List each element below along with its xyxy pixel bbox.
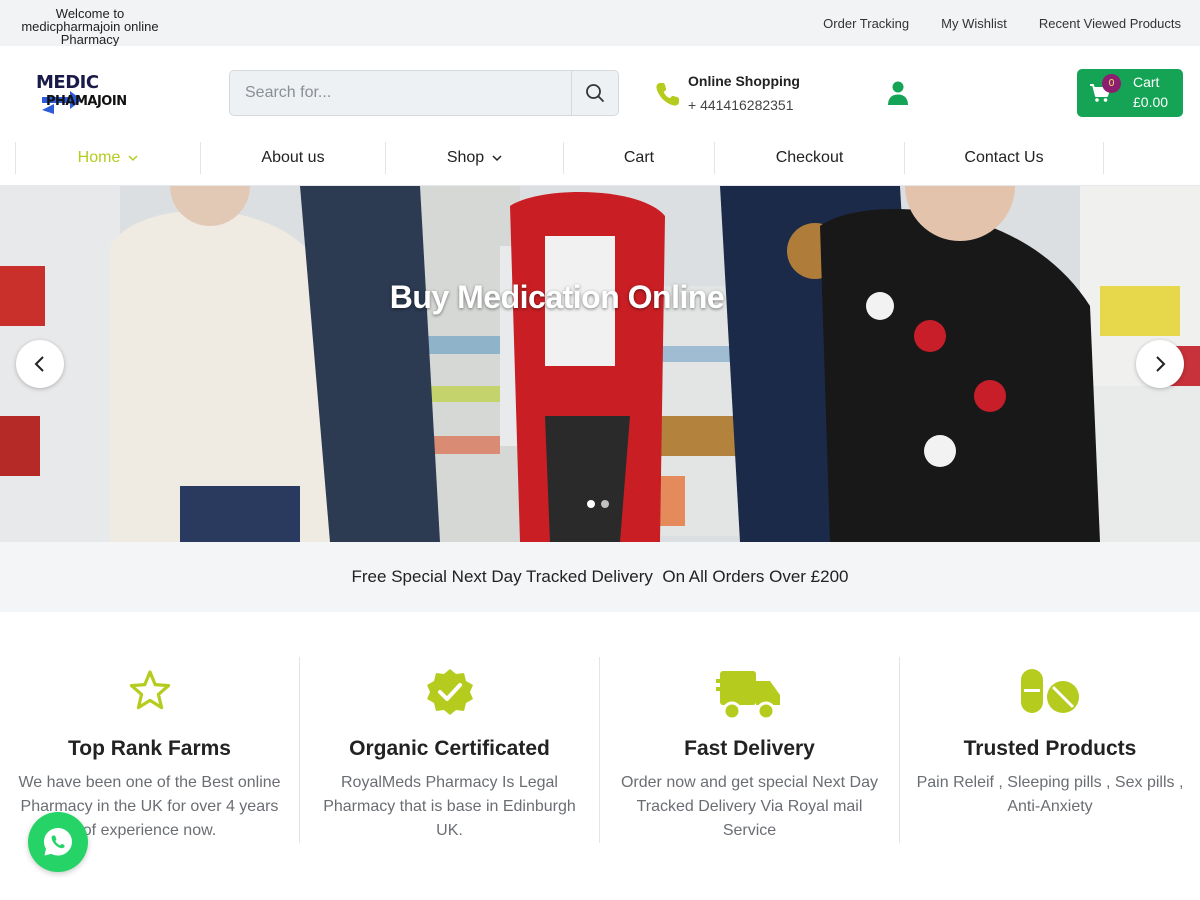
site-header: MEDIC PHAMAJOIN Online Shopping + 441416… <box>0 46 1200 140</box>
feature-text: RoyalMeds Pharmacy Is Legal Pharmacy tha… <box>323 774 576 839</box>
user-account-icon[interactable] <box>886 80 910 106</box>
chevron-down-icon <box>128 155 138 162</box>
feature-item: Fast Delivery Order now and get special … <box>600 657 900 843</box>
whatsapp-icon <box>44 828 72 856</box>
cart-count-badge: 0 <box>1102 74 1121 93</box>
feature-title: Trusted Products <box>963 737 1137 760</box>
nav-item-label: Shop <box>446 149 485 166</box>
search-button[interactable] <box>571 71 618 115</box>
nav-item-about[interactable]: About us <box>200 142 385 174</box>
cart-label: Cart <box>1133 74 1160 90</box>
promo-text: Free Special Next Day Tracked Delivery O… <box>351 567 849 586</box>
nav-item-shop[interactable]: Shop <box>385 142 563 174</box>
wishlist-link[interactable]: My Wishlist <box>941 16 1007 31</box>
slider-prev-button[interactable] <box>16 340 64 388</box>
slider-next-button[interactable] <box>1136 340 1184 388</box>
search-icon <box>586 84 604 102</box>
star-icon <box>129 670 170 710</box>
promo-banner: Free Special Next Day Tracked Delivery O… <box>0 542 1200 612</box>
contact-info: Online Shopping + 441416282351 <box>688 72 800 114</box>
feature-text: Pain Releif , Sleeping pills , Sex pills… <box>916 774 1184 815</box>
features-row: Top Rank Farms We have been one of the B… <box>0 657 1200 847</box>
hero-slider: Buy Medication Online <box>0 186 1200 542</box>
nav-item-label: About us <box>261 149 325 166</box>
order-tracking-link[interactable]: Order Tracking <box>823 16 909 31</box>
main-nav: Home About us Shop Cart Checkout Contact… <box>0 140 1200 186</box>
hero-title: Buy Medication Online <box>389 279 725 315</box>
top-links: Order Tracking My Wishlist Recent Viewed… <box>823 0 1200 46</box>
slider-dot-active[interactable] <box>587 500 595 508</box>
hero-photo <box>0 186 1200 542</box>
verified-badge-icon <box>426 669 473 715</box>
nav-item-contact[interactable]: Contact Us <box>904 142 1104 174</box>
feature-title: Top Rank Farms <box>68 737 231 760</box>
search-box <box>229 70 619 116</box>
chevron-down-icon <box>492 155 502 162</box>
site-logo[interactable]: MEDIC PHAMAJOIN <box>34 72 130 120</box>
nav-item-label: Contact Us <box>964 149 1044 166</box>
contact-title: Online Shopping <box>688 73 800 89</box>
feature-title: Fast Delivery <box>684 737 815 760</box>
feature-text: Order now and get special Next Day Track… <box>620 774 878 839</box>
cart-button[interactable]: 0 Cart £0.00 <box>1077 69 1183 117</box>
nav-item-checkout[interactable]: Checkout <box>714 142 904 174</box>
contact-phone[interactable]: + 441416282351 <box>688 96 800 114</box>
whatsapp-chat-button[interactable] <box>28 812 88 872</box>
top-bar: Welcome to medicpharmajoin online Pharma… <box>0 0 1200 46</box>
nav-item-label: Cart <box>623 149 655 166</box>
recent-viewed-link[interactable]: Recent Viewed Products <box>1039 16 1181 31</box>
slider-dots <box>587 500 615 508</box>
nav-item-label: Checkout <box>775 149 844 166</box>
nav-item-cart[interactable]: Cart <box>563 142 714 174</box>
welcome-text: Welcome to medicpharmajoin online Pharma… <box>21 6 159 47</box>
delivery-truck-icon <box>715 671 780 721</box>
chevron-right-icon <box>1156 356 1166 372</box>
feature-item: Organic Certificated RoyalMeds Pharmacy … <box>300 657 600 843</box>
slider-dot[interactable] <box>601 500 609 508</box>
logo-line-2: PHAMAJOIN <box>46 94 127 109</box>
feature-item: Trusted Products Pain Releif , Sleeping … <box>900 657 1200 843</box>
search-input[interactable] <box>230 71 572 115</box>
phone-icon <box>656 83 679 106</box>
nav-item-label: Home <box>77 149 121 166</box>
chevron-left-icon <box>34 356 44 372</box>
feature-title: Organic Certificated <box>349 737 550 760</box>
cart-amount: £0.00 <box>1133 94 1169 110</box>
nav-item-home[interactable]: Home <box>15 142 200 174</box>
pills-icon <box>1021 669 1079 713</box>
